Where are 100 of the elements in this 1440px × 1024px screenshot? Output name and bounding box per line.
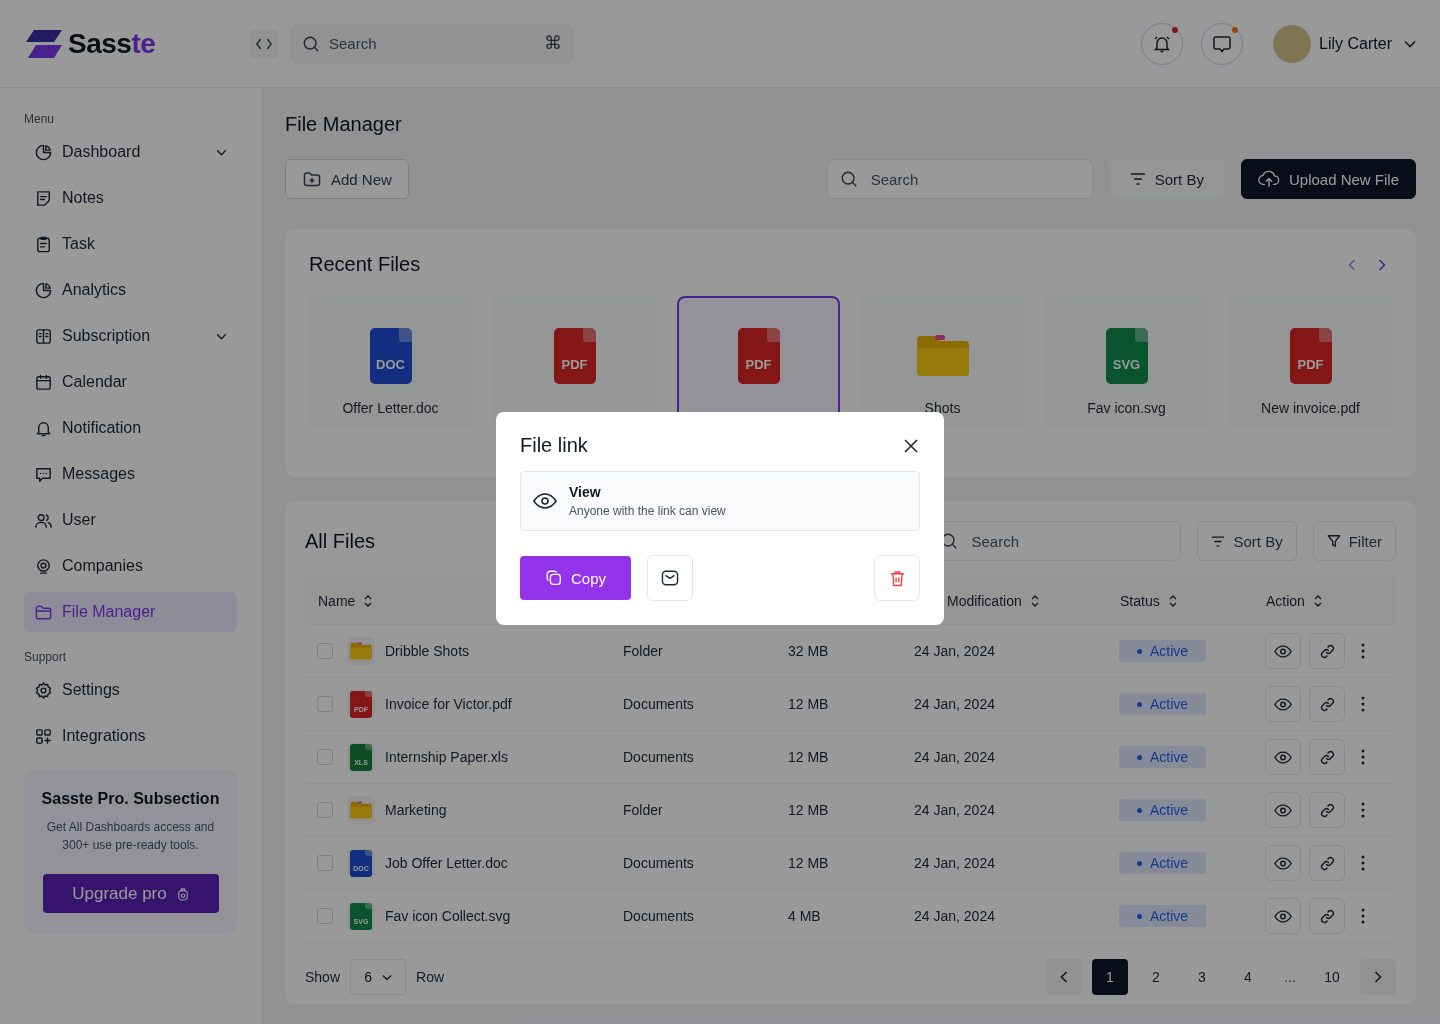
table-cell: Folder	[623, 802, 663, 818]
nav-item[interactable]: Integrations	[24, 716, 237, 756]
copy-button[interactable]: Copy	[520, 556, 631, 600]
search-field[interactable]: Search	[826, 159, 1093, 199]
view-button[interactable]	[1265, 686, 1301, 722]
cloud-upload-icon	[1257, 170, 1280, 188]
file-name[interactable]: Dribble Shots	[385, 643, 470, 659]
view-button[interactable]	[1265, 739, 1301, 775]
more-icon[interactable]	[1361, 855, 1365, 871]
link-button[interactable]	[1309, 739, 1345, 775]
file-card[interactable]: PDF New invoice.pdf	[1229, 296, 1392, 428]
user-name[interactable]: Lily Carter	[1319, 34, 1392, 53]
view-button[interactable]	[1265, 633, 1301, 669]
add-new-button[interactable]: Add New	[285, 159, 409, 199]
pie-chart-icon	[34, 280, 53, 300]
gear-icon	[34, 680, 53, 700]
lock-icon	[176, 886, 189, 901]
table-cell: 12 MB	[788, 802, 829, 818]
table-cell: 24 Jan, 2024	[914, 908, 995, 924]
page-button[interactable]: 1	[1092, 959, 1128, 995]
status-badge: Active	[1119, 852, 1207, 874]
sidebar-toggle-button[interactable]	[250, 29, 278, 58]
chevron-down-icon[interactable]	[1404, 39, 1416, 48]
eye-icon	[1274, 697, 1292, 711]
eye-icon	[1274, 909, 1292, 923]
more-icon[interactable]	[1361, 908, 1365, 924]
logo[interactable]: Sasste	[24, 27, 238, 60]
column-header[interactable]: Name	[318, 593, 356, 609]
chevron-right-icon[interactable]	[1378, 258, 1386, 271]
email-button[interactable]	[647, 555, 693, 601]
file-icon: PDF	[737, 328, 780, 384]
file-name: Offer Letter.doc	[342, 400, 439, 416]
file-card[interactable]: SVG Fav icon.svg	[1045, 296, 1208, 428]
chat-icon	[1212, 33, 1233, 54]
upload-button[interactable]: Upload New File	[1240, 159, 1416, 199]
nav-item[interactable]: Notification	[24, 408, 237, 448]
page-button[interactable]: 4	[1230, 959, 1266, 995]
more-icon[interactable]	[1361, 696, 1365, 712]
column-header[interactable]: Action	[1266, 593, 1305, 609]
view-button[interactable]	[1265, 898, 1301, 934]
checkbox[interactable]	[317, 749, 333, 765]
link-button[interactable]	[1309, 792, 1345, 828]
sort-icon[interactable]	[1030, 595, 1039, 607]
column-header[interactable]: Modification	[947, 593, 1022, 609]
rows-select[interactable]: 6	[350, 959, 407, 995]
delete-button[interactable]	[874, 555, 920, 601]
view-button[interactable]	[1265, 845, 1301, 881]
file-name[interactable]: Marketing	[385, 802, 447, 818]
permission-option[interactable]: View Anyone with the link can view	[520, 471, 920, 531]
sort-icon[interactable]	[1168, 595, 1177, 607]
more-icon[interactable]	[1361, 749, 1365, 765]
folder-plus-icon	[302, 169, 322, 189]
checkbox[interactable]	[317, 643, 333, 659]
search-icon	[839, 170, 858, 188]
file-name[interactable]: Invoice for Victor.pdf	[385, 696, 512, 712]
more-icon[interactable]	[1361, 802, 1365, 818]
sort-icon[interactable]	[364, 595, 373, 607]
checkbox[interactable]	[317, 696, 333, 712]
column-header[interactable]: Status	[1120, 593, 1160, 609]
checkbox[interactable]	[317, 802, 333, 818]
page-button[interactable]: 10	[1314, 959, 1350, 995]
link-button[interactable]	[1309, 898, 1345, 934]
status-badge: Active	[1119, 640, 1207, 662]
link-button[interactable]	[1309, 845, 1345, 881]
file-name[interactable]: Job Offer Letter.doc	[385, 855, 508, 871]
file-card[interactable]: DOC Offer Letter.doc	[309, 296, 472, 428]
folder-icon	[349, 642, 373, 660]
upgrade-button[interactable]: Upgrade pro	[42, 874, 219, 913]
nav-item[interactable]: Calendar	[24, 362, 237, 402]
pie-chart-icon	[34, 142, 53, 162]
sort-button[interactable]: Sort By	[1108, 159, 1225, 199]
link-button[interactable]	[1309, 633, 1345, 669]
checkbox[interactable]	[317, 908, 333, 924]
file-name[interactable]: Internship Paper.xls	[385, 749, 508, 765]
nav-item[interactable]: User	[24, 500, 237, 540]
close-button[interactable]	[902, 436, 920, 455]
nav-item[interactable]: Task	[24, 224, 237, 264]
trash-icon	[889, 569, 905, 587]
view-button[interactable]	[1265, 792, 1301, 828]
nav-item[interactable]: Subscription	[24, 316, 237, 356]
page-button[interactable]: 2	[1138, 959, 1174, 995]
nav-item[interactable]: Analytics	[24, 270, 237, 310]
sort-button[interactable]: Sort By	[1197, 521, 1297, 561]
more-icon[interactable]	[1361, 643, 1365, 659]
page-button[interactable]: 3	[1184, 959, 1220, 995]
nav-item[interactable]: Messages	[24, 454, 237, 494]
nav-item[interactable]: Notes	[24, 178, 237, 218]
nav-item[interactable]: File Manager	[24, 592, 237, 632]
file-name: Fav icon.svg	[1087, 400, 1166, 416]
checkbox[interactable]	[317, 855, 333, 871]
table-cell: Documents	[623, 908, 694, 924]
file-name[interactable]: Fav icon Collect.svg	[385, 908, 511, 924]
nav-item[interactable]: Dashboard	[24, 132, 237, 172]
filter-button[interactable]: Filter	[1312, 521, 1396, 561]
link-button[interactable]	[1309, 686, 1345, 722]
file-card[interactable]: Shots	[861, 296, 1024, 428]
sort-icon[interactable]	[1313, 595, 1322, 607]
table-cell: Documents	[623, 696, 694, 712]
nav-item[interactable]: Settings	[24, 670, 237, 710]
nav-item[interactable]: Companies	[24, 546, 237, 586]
